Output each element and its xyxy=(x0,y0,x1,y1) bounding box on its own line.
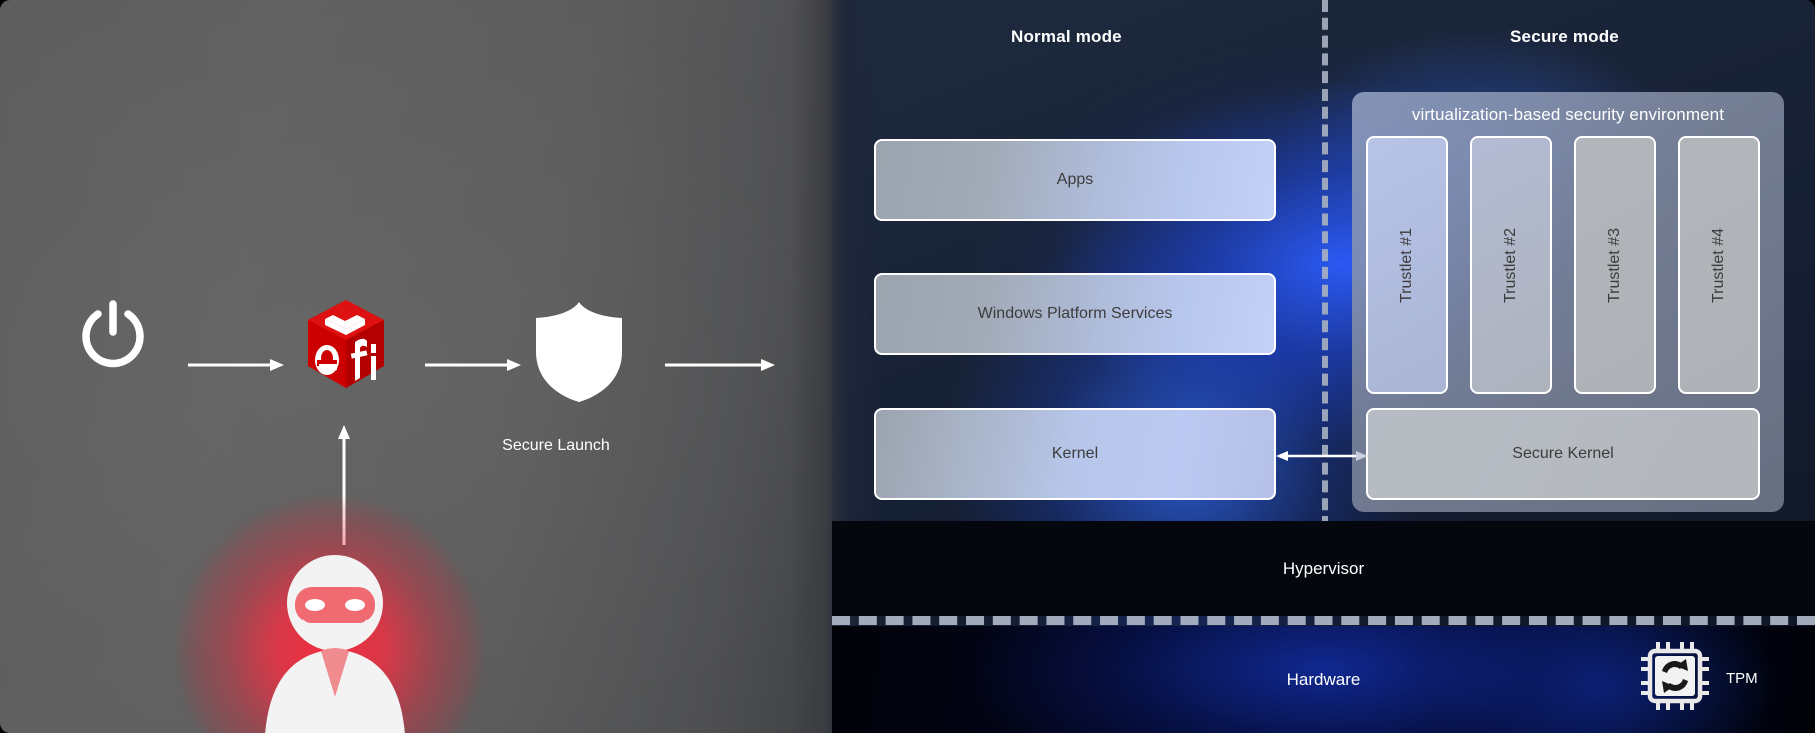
kernel-label: Kernel xyxy=(1051,445,1099,462)
apps-box: Apps xyxy=(874,139,1276,221)
apps-label: Apps xyxy=(1056,171,1094,188)
vbs-environment-title: virtualization-based security environmen… xyxy=(1411,105,1725,124)
power-button-icon xyxy=(78,300,148,379)
hypervisor-hardware-dashed-divider xyxy=(832,616,1815,625)
kernel-secure-kernel-双-arrow xyxy=(1276,449,1368,461)
diagram-canvas: Secure Launch Normal mode Secure mode Ap… xyxy=(0,0,1815,733)
kernel-box: Kernel xyxy=(874,408,1276,500)
windows-platform-services-label: Windows Platform Services xyxy=(977,305,1173,322)
windows-platform-services-box: Windows Platform Services xyxy=(874,273,1276,355)
trustlet-4-box: Trustlet #4 xyxy=(1678,136,1760,394)
secure-mode-label: Secure mode xyxy=(1510,27,1619,46)
arrow-uefi-to-secure-launch xyxy=(425,358,521,377)
arrow-power-to-uefi xyxy=(188,358,284,377)
normal-mode-label: Normal mode xyxy=(1011,27,1122,46)
trustlet-2-box: Trustlet #2 xyxy=(1470,136,1552,394)
vbs-environment-container: virtualization-based security environmen… xyxy=(1352,92,1784,512)
hypervisor-label: Hypervisor xyxy=(1282,558,1365,578)
secure-kernel-label: Secure Kernel xyxy=(1512,445,1614,462)
secure-launch-label: Secure Launch xyxy=(502,437,610,454)
shield-icon xyxy=(530,300,628,409)
trustlet-3-box: Trustlet #3 xyxy=(1574,136,1656,394)
tpm-group: TPM xyxy=(1638,639,1758,718)
hypervisor-layer: Hypervisor xyxy=(832,521,1815,616)
arrow-secure-launch-to-modes xyxy=(665,358,775,377)
trustlet-1-box: Trustlet #1 xyxy=(1366,136,1448,394)
trustlet-1-label: Trustlet #1 xyxy=(1398,227,1415,303)
trustlet-3-label: Trustlet #3 xyxy=(1606,227,1623,303)
trustlet-2-label: Trustlet #2 xyxy=(1502,227,1519,303)
trustlet-4-label: Trustlet #4 xyxy=(1710,227,1727,303)
secure-kernel-box: Secure Kernel xyxy=(1366,408,1760,500)
uefi-logo xyxy=(305,298,387,395)
chip-refresh-icon xyxy=(1638,639,1712,718)
hacker-masked-figure-icon xyxy=(255,545,415,733)
tpm-label: TPM xyxy=(1726,670,1758,687)
hardware-label: Hardware xyxy=(1286,669,1361,689)
